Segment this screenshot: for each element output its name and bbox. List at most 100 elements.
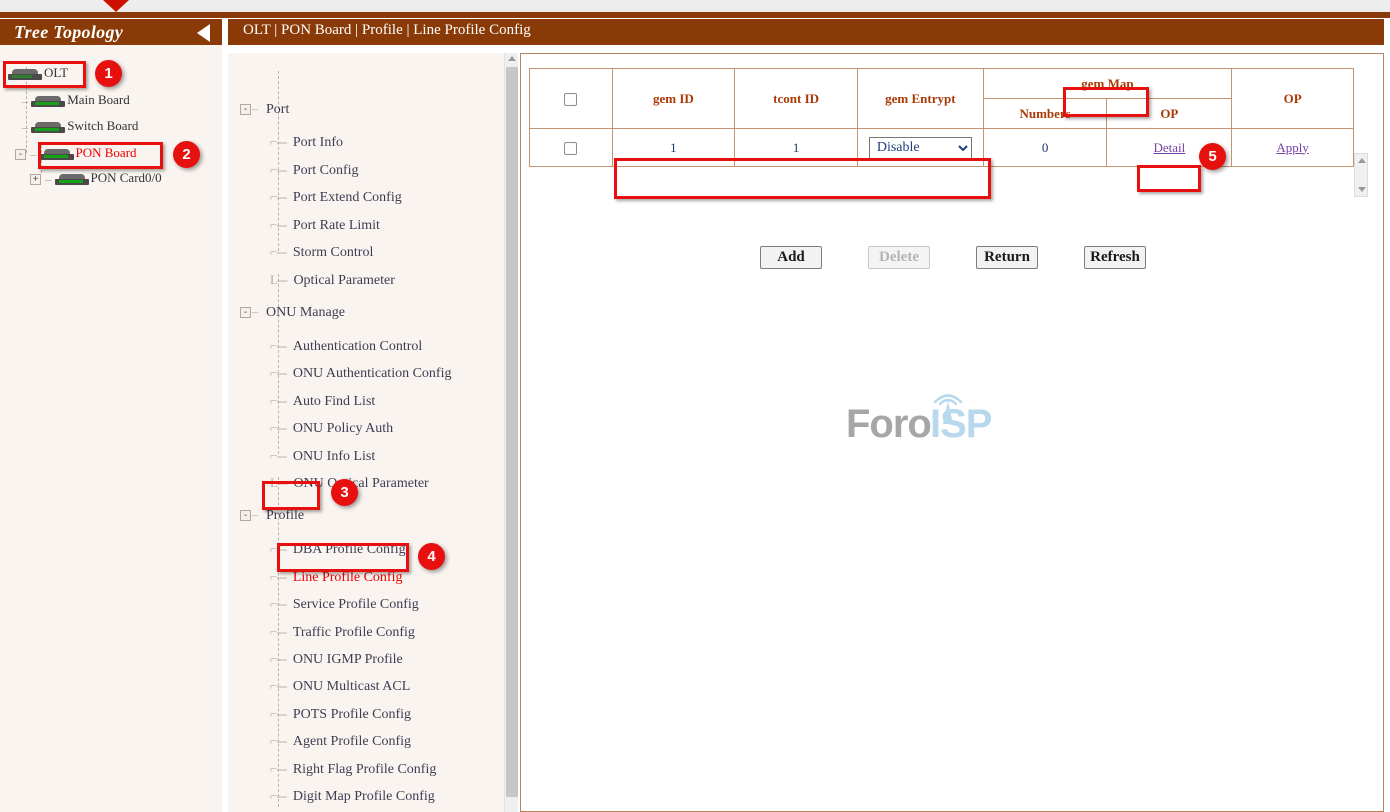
navigation-menu-panel: -– Port ⌐--- Port Info ⌐--- Port Config … [228,53,516,812]
table-cell-op: Apply [1232,129,1354,167]
nav-branch-dash-icon: ⌐--- [270,393,286,408]
nav-item-auto-find-list[interactable]: ⌐--- Auto Find List [270,390,375,411]
nav-scrollbar-thumb[interactable] [506,67,518,797]
nav-item-label: Authentication Control [293,339,422,354]
nav-expander-minus-icon[interactable]: - [240,104,251,115]
delete-button: Delete [868,246,930,269]
select-all-checkbox[interactable] [564,93,577,106]
scroll-up-arrow-icon[interactable] [1358,158,1366,163]
gem-entrypt-select[interactable]: Disable Enable [869,137,972,159]
nav-item-port-info[interactable]: ⌐--- Port Info [270,131,343,152]
nav-branch-dash-icon: ⌐--- [270,338,286,353]
nav-branch-dash-icon: ⌐--- [270,420,286,435]
add-button[interactable]: Add [760,246,822,269]
tree-branch-dash-icon: – [30,144,36,164]
row-select-checkbox[interactable] [564,142,577,155]
table-header-gem-id: gem ID [612,69,735,129]
nav-item-port-config[interactable]: ⌐--- Port Config [270,159,359,180]
nav-item-label: Right Flag Profile Config [293,762,437,777]
nav-item-label: Port Extend Config [293,190,402,205]
nav-branch-dash-icon: ⌐--- [270,596,286,611]
nav-item-pots-profile-config[interactable]: ⌐--- POTS Profile Config [270,703,411,724]
tree-node-pon-board[interactable]: - – PON Board [15,143,137,163]
nav-branch-dash-icon: ⌐--- [270,244,286,259]
nav-item-onu-info-list[interactable]: ⌐--- ONU Info List [270,445,375,466]
refresh-button[interactable]: Refresh [1084,246,1146,269]
nav-item-label: ONU Policy Auth [293,421,393,436]
breadcrumb-bar: OLT | PON Board | Profile | Line Profile… [228,19,1384,45]
nav-item-onu-igmp-profile[interactable]: ⌐--- ONU IGMP Profile [270,648,403,669]
tree-topology-panel: Tree Topology OLT – Main Board – Switch … [0,19,222,812]
table-cell-tcont-id: 1 [735,129,858,167]
nav-branch-dash-icon: ⌐--- [270,651,286,666]
content-area: OLT | PON Board | Profile | Line Profile… [228,19,1384,812]
tree-branch-dash-icon: – [22,91,28,111]
nav-item-label: Digit Map Profile Config [293,789,435,804]
nav-branch-dash-icon: ⌐--- [270,761,286,776]
nav-item-label: Optical Parameter [293,273,394,288]
nav-item-label: Port Config [293,163,359,178]
nav-branch-dash-icon: ⌐--- [270,706,286,721]
action-button-row: Add Delete Return Refresh [521,246,1385,269]
nav-item-authentication-control[interactable]: ⌐--- Authentication Control [270,335,422,356]
tree-node-main-board[interactable]: – Main Board [22,90,130,110]
antenna-tower-icon [926,391,970,425]
main-content-panel: gem ID tcont ID gem Entrypt gem Map OP N… [520,53,1384,812]
table-row[interactable]: 1 1 Disable Enable 0 Detail Apply [530,129,1354,167]
nav-scrollbar[interactable] [504,53,518,812]
nav-item-right-flag-profile-config[interactable]: ⌐--- Right Flag Profile Config [270,758,436,779]
nav-item-onu-multicast-acl[interactable]: ⌐--- ONU Multicast ACL [270,675,410,696]
nav-expander-minus-icon[interactable]: - [240,307,251,318]
nav-expander-minus-icon[interactable]: - [240,510,251,521]
nav-item-label: POTS Profile Config [293,707,411,722]
tree-node-switch-board[interactable]: – Switch Board [22,116,138,136]
nav-branch-dash-icon: ⌐--- [270,788,286,803]
nav-item-dba-profile-config[interactable]: ⌐--- DBA Profile Config [270,538,406,559]
nav-item-label: ONU Multicast ACL [293,679,410,694]
table-scrollbar[interactable] [1354,153,1368,197]
collapse-left-triangle-icon[interactable] [197,24,210,42]
nav-item-port-rate-limit[interactable]: ⌐--- Port Rate Limit [270,214,380,235]
nav-item-label: ONU Authentication Config [293,366,452,381]
nav-branch-dash-icon: ⌐--- [270,678,286,693]
nav-group-profile[interactable]: -– Profile [240,504,304,525]
scroll-down-arrow-icon[interactable] [1358,187,1366,192]
nav-item-onu-authentication-config[interactable]: ⌐--- ONU Authentication Config [270,362,451,383]
red-triangle-pointer-icon [103,0,129,12]
apply-link[interactable]: Apply [1276,140,1309,155]
tree-node-olt[interactable]: OLT [8,63,68,83]
nav-item-agent-profile-config[interactable]: ⌐--- Agent Profile Config [270,730,411,751]
nav-item-optical-parameter[interactable]: L--- Optical Parameter [270,269,395,290]
nav-item-digit-map-profile-config[interactable]: ⌐--- Digit Map Profile Config [270,785,435,806]
nav-group-port[interactable]: -– Port [240,98,289,119]
nav-branch-dash-icon: – [252,507,258,522]
nav-item-label: ONU Optical Parameter [293,476,428,491]
table-header-gem-entrypt: gem Entrypt [857,69,983,129]
device-icon [31,96,65,107]
scroll-up-arrow-icon[interactable] [508,56,516,61]
nav-item-storm-control[interactable]: ⌐--- Storm Control [270,241,373,262]
device-icon [8,69,42,80]
nav-item-label: Port Rate Limit [293,218,380,233]
nav-group-onu-manage[interactable]: -– ONU Manage [240,301,345,322]
detail-link[interactable]: Detail [1153,140,1185,155]
table-header-row: gem ID tcont ID gem Entrypt gem Map OP [530,69,1354,99]
nav-group-label: Port [266,102,289,117]
tree-expander-plus-icon[interactable]: + [30,174,41,185]
tree-node-pon-card-0-0[interactable]: + – PON Card0/0 [30,168,162,188]
nav-item-onu-policy-auth[interactable]: ⌐--- ONU Policy Auth [270,417,393,438]
nav-item-line-profile-config[interactable]: ⌐--- Line Profile Config [270,566,402,587]
nav-item-service-profile-config[interactable]: ⌐--- Service Profile Config [270,593,419,614]
nav-branch-dash-icon: ⌐--- [270,733,286,748]
nav-item-label: Traffic Profile Config [293,625,415,640]
tree-node-label: Main Board [67,92,129,107]
nav-item-port-extend-config[interactable]: ⌐--- Port Extend Config [270,186,402,207]
annotation-badge-4: 4 [418,543,445,570]
annotation-badge-2: 2 [173,141,200,168]
nav-item-label: Agent Profile Config [293,734,411,749]
nav-item-traffic-profile-config[interactable]: ⌐--- Traffic Profile Config [270,621,415,642]
table-header-select-all [530,69,613,129]
tree-expander-minus-icon[interactable]: - [15,149,26,160]
top-strip [0,0,1390,12]
return-button[interactable]: Return [976,246,1038,269]
